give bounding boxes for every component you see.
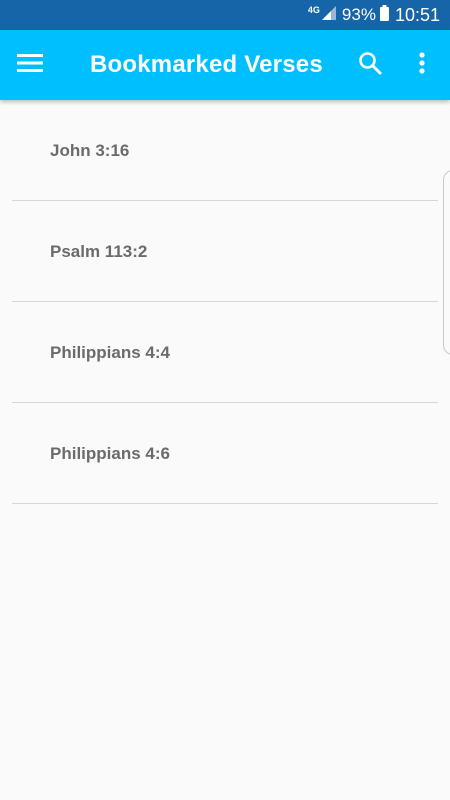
bookmark-label: Philippians 4:6 [50,444,170,463]
search-button[interactable] [355,50,385,80]
page-title: Bookmarked Verses [90,51,323,78]
bookmark-item[interactable]: John 3:16 [12,100,438,201]
bookmark-label: Psalm 113:2 [50,242,148,261]
battery-percent: 93% [341,5,376,24]
clock: 10:51 [394,4,440,25]
network-type: 4G [307,5,320,15]
bookmark-list: John 3:16 Psalm 113:2 Philippians 4:4 Ph… [0,100,450,504]
bookmark-item[interactable]: Psalm 113:2 [12,201,438,302]
bookmark-label: John 3:16 [50,141,130,160]
bookmark-item[interactable]: Philippians 4:6 [12,403,438,504]
bookmark-label: Philippians 4:4 [50,343,170,362]
bookmark-item[interactable]: Philippians 4:4 [12,302,438,403]
more-vert-icon [419,51,425,79]
hamburger-menu-icon [17,53,43,78]
battery-icon [379,4,389,26]
search-icon [358,51,382,80]
more-options-button[interactable] [410,50,434,80]
signal-icon [321,5,336,25]
edge-panel-handle[interactable] [443,170,450,355]
app-bar: Bookmarked Verses [0,30,450,100]
menu-button[interactable] [14,50,46,80]
status-bar: 4G 93% 10:51 [0,0,450,30]
